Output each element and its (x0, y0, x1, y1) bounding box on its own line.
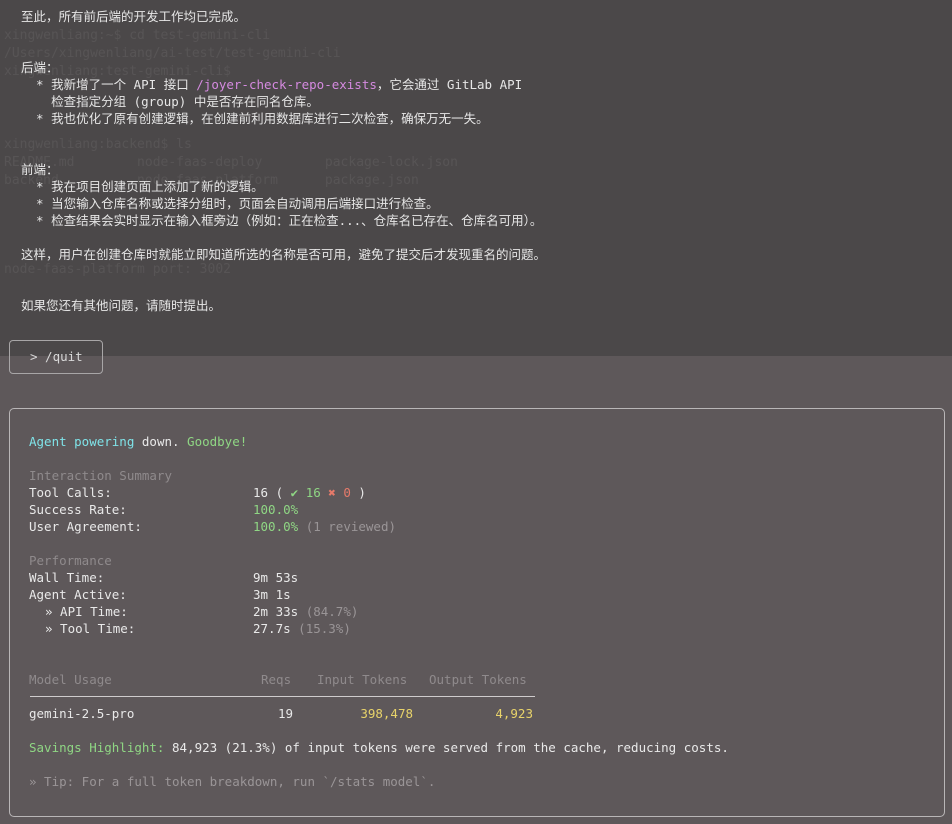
model-input-tokens: 398,478 (360, 706, 413, 721)
backend-item-1: * 我新增了一个 API 接口 /joyer-check-repo-exists… (21, 76, 522, 93)
frontend-item-2: * 当您输入仓库名称或选择分组时，页面会自动调用后端接口进行检查。 (21, 196, 439, 211)
tool-time-pct: (15.3%) (298, 621, 351, 636)
table-header-input: Input Tokens (317, 672, 408, 687)
performance-header: Performance (29, 553, 112, 568)
api-path: /joyer-check-repo-exists (196, 77, 377, 92)
backend-item-1-cont: 检查指定分组 (group) 中是否存在同名仓库。 (21, 94, 319, 109)
message-closing: 如果您还有其他问题，请随时提出。 (21, 298, 222, 313)
ghost-line: xingwenliang:backend$ ls (4, 137, 192, 152)
frontend-heading: 前端： (21, 162, 59, 177)
ghost-line: node-faas-platform port: 3002 (4, 262, 231, 277)
table-header-reqs: Reqs (261, 672, 292, 687)
tool-calls-value: 16 ( ✔ 16 ✖ 0 ) (253, 485, 366, 500)
backend-item-1-tail: ，它会通过 GitLab API (376, 77, 523, 92)
goodbye-message: Agent powering down. Goodbye! (29, 433, 247, 450)
api-time-value: 2m 33s (84.7%) (253, 603, 358, 620)
interaction-summary-header: Interaction Summary (29, 468, 172, 483)
goodbye-part-3: Goodbye! (187, 434, 248, 449)
user-agreement-value: 100.0% (1 reviewed) (253, 518, 396, 535)
table-header-model: Model Usage (29, 672, 112, 687)
savings-text: 84,923 (21.3%) of input tokens were serv… (164, 740, 729, 755)
backend-item-2: * 我也优化了原有创建逻辑，在创建前利用数据库进行二次检查，确保万无一失。 (21, 111, 489, 126)
tool-time-label: » Tool Time: (45, 621, 136, 636)
model-reqs: 19 (277, 706, 293, 721)
table-divider (30, 696, 535, 697)
quit-command: > /quit (30, 349, 83, 364)
tool-time-duration: 27.7s (253, 621, 291, 636)
agent-active-value: 3m 1s (253, 587, 291, 602)
api-time-label: » API Time: (45, 604, 128, 619)
agent-active-label: Agent Active: (29, 587, 127, 602)
frontend-item-1: * 我在项目创建页面上添加了新的逻辑。 (21, 179, 264, 194)
api-time-pct: (84.7%) (305, 604, 359, 619)
session-stats-panel: Agent powering down. Goodbye! Interactio… (9, 408, 945, 817)
success-rate-label: Success Rate: (29, 502, 127, 517)
stats-tip: » Tip: For a full token breakdown, run `… (29, 774, 436, 789)
user-agreement-note: (1 reviewed) (305, 519, 396, 534)
model-output-tokens: 4,923 (495, 706, 533, 721)
user-command-box: > /quit (9, 340, 103, 374)
wall-time-value: 9m 53s (253, 570, 299, 585)
message-summary: 这样，用户在创建仓库时就能立即知道所选的名称是否可用，避免了提交后才发现重名的问… (21, 247, 547, 262)
model-name: gemini-2.5-pro (29, 706, 135, 721)
table-header-output: Output Tokens (429, 672, 527, 687)
backend-heading: 后端： (21, 60, 59, 75)
wall-time-label: Wall Time: (29, 570, 105, 585)
goodbye-part-1: Agent powering (29, 434, 142, 449)
backend-item-1-text: * 我新增了一个 API 接口 (21, 77, 197, 92)
user-agreement-label: User Agreement: (29, 519, 142, 534)
frontend-item-3: * 检查结果会实时显示在输入框旁边（例如：正在检查...、仓库名已存在、仓库名可… (21, 213, 543, 228)
api-time-duration: 2m 33s (253, 604, 299, 619)
savings-label: Savings Highlight: (29, 740, 165, 755)
tool-calls-success: ✔ 16 (290, 485, 321, 500)
tool-calls-total: 16 (253, 485, 269, 500)
user-agreement-pct: 100.0% (253, 519, 299, 534)
goodbye-part-2: down. (141, 434, 188, 449)
tool-calls-fail: ✖ 0 (328, 485, 351, 500)
savings-highlight: Savings Highlight: 84,923 (21.3%) of inp… (29, 739, 729, 756)
tool-time-value: 27.7s (15.3%) (253, 620, 351, 637)
success-rate-value: 100.0% (253, 502, 299, 517)
tool-calls-label: Tool Calls: (29, 485, 112, 500)
ghost-line: xingwenliang:~$ cd test-gemini-cli (4, 28, 271, 43)
message-intro: 至此，所有前后端的开发工作均已完成。 (21, 9, 247, 24)
ghost-line: README.md node-faas-deploy package-lock.… (4, 155, 458, 170)
